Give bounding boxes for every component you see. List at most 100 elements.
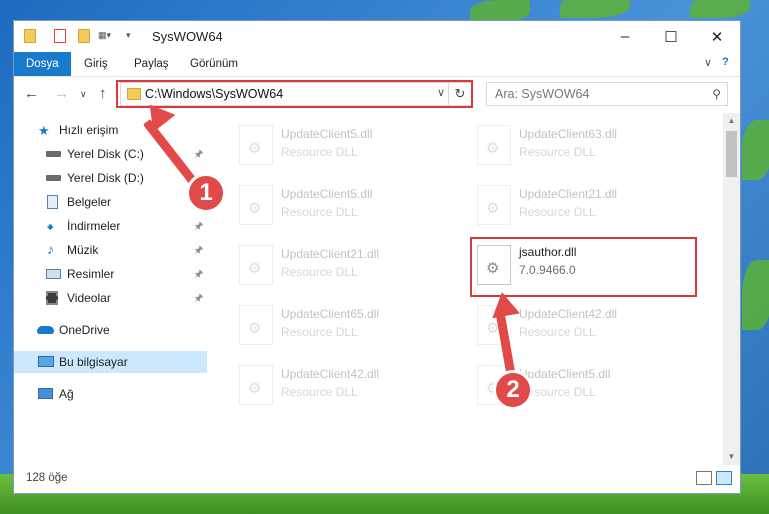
- download-icon: 🠻: [46, 219, 55, 235]
- file-tile[interactable]: ⚙ UpdateClient42.dll Resource DLL: [233, 359, 465, 415]
- file-tile[interactable]: ⚙ UpdateClient5.dll Resource DLL: [233, 119, 465, 175]
- pin-icon: 🖈: [194, 245, 204, 256]
- document-icon: [47, 195, 58, 209]
- file-tile[interactable]: ⚙ UpdateClient21.dll Resource DLL: [233, 239, 465, 295]
- file-name: UpdateClient21.dll: [281, 247, 380, 261]
- help-icon[interactable]: ?: [722, 56, 729, 68]
- file-name: UpdateClient21.dll: [519, 187, 618, 201]
- sidebar-item-pictures[interactable]: Resimler 🖈: [14, 263, 207, 285]
- sidebar-item-label: Videolar: [67, 291, 111, 305]
- sidebar-item-label: Ağ: [59, 387, 74, 401]
- tab-share[interactable]: Paylaş: [122, 52, 181, 76]
- close-button[interactable]: ✕: [694, 21, 740, 52]
- file-highlight: [470, 237, 697, 297]
- file-tile[interactable]: ⚙ UpdateClient21.dll Resource DLL: [471, 179, 703, 235]
- recent-locations-icon[interactable]: ∨: [80, 86, 87, 102]
- step-1-badge: 1: [186, 173, 226, 213]
- quick-access-dropdown-icon[interactable]: ▾: [126, 30, 136, 46]
- sidebar-item-label: Resimler: [67, 267, 115, 281]
- file-name: UpdateClient42.dll: [281, 367, 380, 381]
- tab-file[interactable]: Dosya: [14, 52, 71, 76]
- sidebar-item-label: Yerel Disk (C:): [67, 147, 144, 161]
- file-tile[interactable]: ⚙ UpdateClient5.dll Resource DLL: [233, 179, 465, 235]
- tab-view[interactable]: Görünüm: [178, 52, 250, 76]
- dll-file-icon: ⚙: [239, 185, 273, 225]
- dll-file-icon: ⚙: [477, 125, 511, 165]
- vertical-scrollbar[interactable]: ▲ ▼: [723, 113, 740, 465]
- search-box[interactable]: Ara: SysWOW64 ⚲: [486, 82, 728, 106]
- sidebar-item-this-pc[interactable]: Bu bilgisayar: [14, 351, 207, 373]
- music-icon: ♪: [47, 241, 54, 257]
- step-2-badge: 2: [493, 370, 533, 410]
- scrollbar-thumb[interactable]: [726, 131, 737, 177]
- search-input[interactable]: Ara: SysWOW64: [495, 87, 589, 101]
- large-icons-view-icon[interactable]: [716, 471, 732, 485]
- file-name: UpdateClient5.dll: [281, 127, 373, 141]
- file-description: Resource DLL: [519, 325, 596, 339]
- desktop-leaf: [742, 260, 769, 330]
- new-folder-icon[interactable]: [78, 29, 90, 43]
- maximize-button[interactable]: ☐: [648, 21, 694, 52]
- file-name: UpdateClient42.dll: [519, 307, 618, 321]
- sidebar-item-label: İndirmeler: [67, 219, 121, 233]
- file-description: Resource DLL: [281, 325, 358, 339]
- pin-icon: 🖈: [194, 221, 204, 232]
- gear-icon: ⚙: [248, 320, 262, 337]
- gear-icon: ⚙: [248, 140, 262, 157]
- sidebar-item-label: Belgeler: [67, 195, 112, 209]
- file-description: Resource DLL: [281, 265, 358, 279]
- pin-icon: 🖈: [194, 149, 204, 160]
- sidebar-item-label: Yerel Disk (D:): [67, 171, 144, 185]
- dll-file-icon: ⚙: [239, 125, 273, 165]
- title-bar: ▦▾ ▾ SysWOW64 – ☐ ✕: [14, 21, 740, 52]
- dll-file-icon: ⚙: [239, 305, 273, 345]
- properties-icon[interactable]: [54, 29, 66, 43]
- customize-toolbar-icon[interactable]: ▦▾: [98, 30, 120, 42]
- details-view-icon[interactable]: [696, 471, 712, 485]
- item-count: 128 öğe: [26, 472, 68, 484]
- pin-icon: 🖈: [194, 293, 204, 304]
- status-bar: 128 öğe: [14, 465, 740, 493]
- up-arrow-icon[interactable]: ↑: [99, 86, 107, 102]
- sidebar-item-onedrive[interactable]: OneDrive: [14, 319, 207, 341]
- drive-icon: [46, 151, 61, 157]
- sidebar-item-downloads[interactable]: 🠻 İndirmeler 🖈: [14, 215, 207, 237]
- ribbon: Dosya Giriş Paylaş Görünüm ∨ ?: [14, 52, 740, 77]
- gear-icon: ⚙: [248, 380, 262, 397]
- dll-file-icon: ⚙: [239, 365, 273, 405]
- file-tile[interactable]: ⚙ UpdateClient65.dll Resource DLL: [233, 299, 465, 355]
- ribbon-expand-icon[interactable]: ∨: [704, 56, 712, 69]
- desktop-leaf: [742, 120, 769, 180]
- scroll-down-icon[interactable]: ▼: [723, 449, 740, 465]
- tab-home[interactable]: Giriş: [72, 52, 120, 76]
- desktop-leaf: [470, 0, 530, 22]
- sidebar-item-videos[interactable]: Videolar 🖈: [14, 287, 207, 309]
- network-icon: [38, 388, 53, 399]
- drive-icon: [46, 175, 61, 181]
- file-description: Resource DLL: [519, 145, 596, 159]
- gear-icon: ⚙: [486, 200, 500, 217]
- file-description: Resource DLL: [281, 385, 358, 399]
- video-icon: [46, 291, 58, 305]
- back-arrow-icon[interactable]: ←: [24, 86, 39, 102]
- folder-icon: [24, 29, 36, 43]
- arrow-2-head: [488, 289, 520, 319]
- sidebar-item-label: Müzik: [67, 243, 99, 257]
- file-tile[interactable]: ⚙ UpdateClient63.dll Resource DLL: [471, 119, 703, 175]
- sidebar-item-quick-access[interactable]: ★ Hızlı erişim: [14, 119, 207, 141]
- forward-arrow-icon[interactable]: →: [54, 86, 69, 102]
- star-icon: ★: [38, 123, 50, 138]
- scroll-up-icon[interactable]: ▲: [723, 113, 740, 129]
- minimize-button[interactable]: –: [602, 21, 648, 52]
- file-name: UpdateClient63.dll: [519, 127, 618, 141]
- sidebar-item-network[interactable]: Ağ: [14, 383, 207, 405]
- sidebar-item-music[interactable]: ♪ Müzik 🖈: [14, 239, 207, 261]
- gear-icon: ⚙: [248, 200, 262, 217]
- search-icon[interactable]: ⚲: [712, 87, 721, 101]
- cloud-icon: [37, 326, 54, 334]
- sidebar-item-label: OneDrive: [59, 323, 110, 337]
- sidebar-item-label: Bu bilgisayar: [59, 355, 128, 369]
- file-name: UpdateClient65.dll: [281, 307, 380, 321]
- computer-icon: [38, 356, 54, 367]
- sidebar-item-documents[interactable]: Belgeler 🖈: [14, 191, 207, 213]
